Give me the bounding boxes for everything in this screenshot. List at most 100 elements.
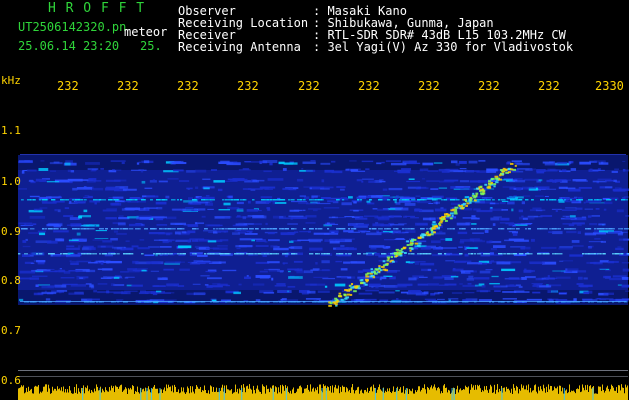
spectrogram-pixel [217, 245, 228, 247]
spectrogram-pixel [571, 390, 572, 400]
spectrogram-pixel [462, 228, 466, 230]
spectrogram-pixel [348, 253, 352, 255]
spectrogram-pixel [137, 386, 138, 400]
spectrogram-pixel [585, 385, 586, 400]
spectrogram-pixel [393, 170, 407, 172]
spectrogram-pixel [398, 249, 403, 252]
spectrogram-pixel [386, 256, 391, 259]
spectrogram-pixel [52, 386, 53, 400]
spectrogram-pixel [512, 179, 518, 182]
spectrogram-pixel [78, 228, 81, 230]
spectrogram-pixel [289, 209, 300, 212]
spectrogram-pixel [404, 202, 416, 206]
spectrogram-pixel [40, 160, 45, 162]
spectrogram-pixel [81, 387, 82, 400]
spectrogram-pixel [357, 223, 370, 226]
spectrogram-pixel [445, 252, 453, 255]
spectrogram-pixel [102, 209, 117, 212]
spectrogram-pixel [617, 246, 622, 248]
spectrogram-pixel [108, 391, 109, 400]
spectrogram-pixel [332, 301, 336, 304]
spectrogram-pixel [106, 390, 107, 400]
spectrogram-pixel [540, 215, 553, 217]
spectrogram-pixel [276, 387, 277, 400]
spectrogram-pixel [102, 388, 103, 400]
spectrogram-pixel [456, 199, 460, 201]
spectrogram-pixel [267, 261, 280, 264]
spectrogram-pixel [18, 188, 28, 190]
spectrogram-pixel [203, 292, 206, 295]
spectrogram-pixel [92, 239, 103, 241]
spectrogram-pixel [441, 391, 442, 400]
spectrogram-pixel [21, 385, 22, 400]
spectrogram-pixel [38, 385, 39, 400]
spectrogram-pixel [401, 392, 402, 400]
spectrogram-pixel [324, 223, 339, 225]
spectrogram-pixel [611, 384, 612, 400]
spectrogram-pixel [538, 186, 542, 189]
spectrogram-pixel [129, 253, 134, 255]
spectrogram-pixel [347, 388, 348, 400]
spectrogram-pixel [80, 393, 81, 400]
spectrogram-pixel [307, 290, 316, 294]
spectrogram-pixel [126, 228, 129, 230]
spectrogram-pixel [217, 188, 223, 192]
spectrogram-pixel [284, 254, 288, 258]
spectrogram-pixel [77, 393, 78, 400]
spectrogram-pixel [626, 387, 627, 400]
spectrogram-pixel [421, 236, 425, 239]
spectrogram-pixel [583, 291, 589, 295]
spectrogram-pixel [280, 232, 296, 234]
spectrogram-pixel [501, 268, 516, 272]
spectrogram-pixel [387, 388, 388, 400]
spectrogram-pixel [248, 388, 249, 400]
spectrogram-pixel [216, 230, 229, 233]
spectrogram-pixel [313, 276, 329, 278]
spectrogram-pixel [398, 391, 399, 400]
spectrogram-pixel [483, 391, 484, 400]
spectrogram-pixel [78, 388, 79, 400]
spectrogram-pixel [472, 192, 475, 195]
spectrogram-pixel [369, 390, 370, 400]
spectrogram-pixel [541, 389, 542, 400]
spectrogram-pixel [594, 253, 597, 255]
spectrogram-pixel [212, 391, 213, 400]
spectrogram-pixel [228, 195, 233, 199]
spectrogram-pixel [423, 291, 429, 295]
spectrogram-pixel [174, 231, 181, 235]
spectrogram-pixel [624, 393, 625, 400]
spectrogram-pixel [135, 391, 136, 400]
spectrogram-pixel [284, 162, 294, 165]
spectrogram-pixel [57, 209, 61, 213]
x-tick-label: 2330 [595, 79, 624, 93]
spectrogram-pixel [622, 231, 628, 233]
spectrogram-pixel [193, 391, 194, 400]
spectrogram-pixel [361, 389, 362, 400]
spectrogram-pixel [141, 269, 147, 272]
spectrogram-pixel [31, 269, 43, 272]
spectrogram-pixel [519, 389, 520, 400]
spectrogram-pixel [301, 168, 304, 170]
spectrogram-pixel [455, 162, 460, 166]
spectrogram-pixel [453, 199, 456, 201]
spectrogram-pixel [345, 253, 348, 255]
spectrogram-pixel [362, 392, 363, 400]
spectrogram-pixel [161, 389, 162, 400]
spectrogram-pixel [438, 387, 439, 400]
spectrogram-pixel [518, 393, 519, 400]
spectrogram-pixel [390, 392, 391, 400]
spectrogram-pixel [525, 199, 529, 201]
spectrogram-pixel [337, 388, 338, 400]
spectrogram-pixel [254, 390, 255, 400]
spectrogram-pixel [621, 253, 624, 255]
spectrogram-pixel [417, 244, 421, 247]
spectrogram-pixel [595, 393, 596, 400]
spectrogram-pixel [558, 253, 563, 255]
spectrogram-pixel [105, 228, 109, 230]
spectrogram-pixel [269, 162, 273, 166]
spectrogram-pixel [552, 390, 553, 400]
spectrogram-pixel [227, 178, 236, 181]
spectrogram-pixel [139, 216, 151, 220]
spectrogram-pixel [252, 179, 265, 182]
spectrogram-pixel [420, 391, 421, 400]
